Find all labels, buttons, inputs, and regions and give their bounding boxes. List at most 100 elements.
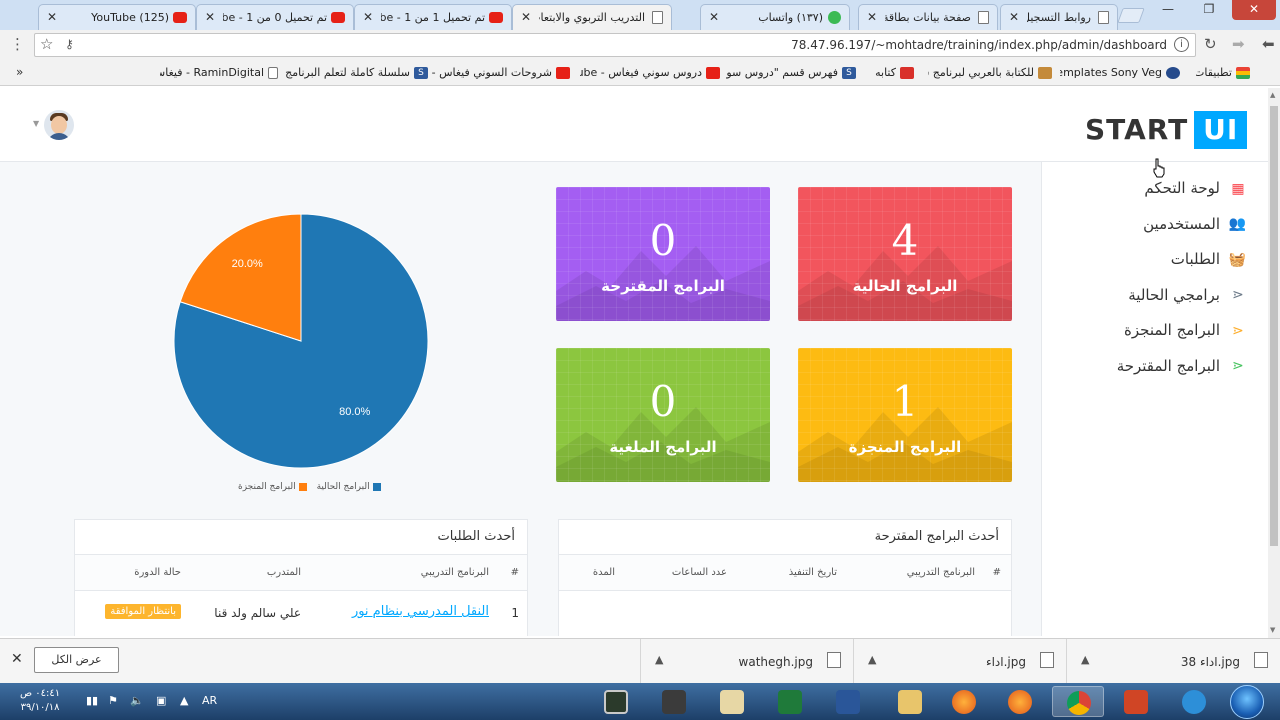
bookmark-item[interactable]: تطبيقات	[1196, 66, 1250, 79]
sidebar-item[interactable]: ⋖ برامجي الحالية	[1128, 286, 1246, 310]
bookmark-item[interactable]: للكتابة بالعربي لبرنامج سو	[928, 66, 1052, 79]
browser-tab[interactable]: ✕ (125) YouTube	[38, 4, 196, 30]
bookmark-item[interactable]: شروحات السوني فيغاس -	[420, 66, 570, 79]
taskbar-app-ie[interactable]	[1168, 686, 1220, 717]
close-tab-icon[interactable]: ✕	[709, 10, 719, 24]
bookmark-label: تطبيقات	[1196, 66, 1232, 79]
window-close-button[interactable]: ✕	[1232, 0, 1276, 20]
bookmark-item[interactable]: دروس سوني فيغاس - ube	[580, 66, 720, 79]
close-icon[interactable]: ✕	[11, 651, 23, 667]
taskbar-app-recorder[interactable]	[648, 686, 700, 717]
browser-tab[interactable]: ✕ روابط التسجيل والدخول	[1000, 4, 1118, 30]
taskbar-app-chrome[interactable]	[1052, 686, 1104, 717]
back-icon[interactable]: ⬅	[1262, 35, 1275, 53]
close-tab-icon[interactable]: ✕	[1009, 10, 1019, 24]
windows-taskbar: ٠٤:٤١ ص ٣٩/١٠/١٨ ▮▮ ⚑ 🔈 ▣ ▲ AR	[0, 683, 1280, 720]
bookmark-s-icon: S	[842, 67, 856, 79]
new-tab-button[interactable]	[1117, 8, 1145, 23]
network-icon[interactable]: ▮▮	[86, 694, 98, 707]
language-indicator[interactable]: AR	[202, 694, 217, 707]
tab-title: روابط التسجيل والدخول	[1027, 11, 1091, 24]
address-bar[interactable]: ☆ ⚷ 78.47.96.197/~mohtadre/training/inde…	[34, 33, 1196, 57]
volume-icon[interactable]: 🔈	[130, 694, 144, 707]
tile-count: 4	[891, 216, 919, 265]
close-tab-icon[interactable]: ✕	[205, 10, 215, 24]
device-icon[interactable]: ▣	[156, 694, 166, 707]
bookmark-item[interactable]: S فهرس قسم "دروس سوني	[726, 66, 856, 79]
reload-icon[interactable]: ↻	[1204, 35, 1217, 53]
restore-button[interactable]: ❐	[1190, 0, 1228, 20]
browser-toolbar: ⬅ ➡ ↻ ⋮ ☆ ⚷ 78.47.96.197/~mohtadre/train…	[0, 30, 1280, 60]
show-all-downloads-button[interactable]: عرض الكل	[34, 647, 119, 673]
tray-expand-icon[interactable]: ▲	[180, 694, 188, 707]
taskbar-app-paint[interactable]	[706, 686, 758, 717]
sidebar-item-label: المستخدمين	[1143, 214, 1220, 233]
close-tab-icon[interactable]: ✕	[867, 10, 877, 24]
browser-tab[interactable]: ✕ التدريب التربوي والابتعاث	[512, 4, 672, 30]
chevron-up-icon[interactable]: ▲	[655, 653, 663, 666]
legend-swatch	[298, 482, 307, 491]
url-text[interactable]: 78.47.96.197/~mohtadre/training/index.ph…	[791, 38, 1167, 52]
latest-suggested-panel: أحدث البرامج المقترحة # البرنامج التدريب…	[558, 519, 1012, 636]
bookmark-item[interactable]: Templates Sony Veg	[1060, 66, 1180, 79]
taskbar-app-media[interactable]	[590, 686, 642, 717]
scroll-down-icon[interactable]: ▼	[1270, 626, 1275, 634]
bookmark-star-icon[interactable]: ☆	[40, 35, 53, 53]
chevron-down-icon[interactable]: ▼	[33, 119, 39, 128]
page-scrollbar[interactable]: ▲ ▼	[1268, 88, 1280, 638]
system-clock[interactable]: ٠٤:٤١ ص ٣٩/١٠/١٨	[20, 687, 60, 715]
avatar[interactable]	[44, 110, 74, 140]
taskbar-app-excel[interactable]	[764, 686, 816, 717]
scroll-up-icon[interactable]: ▲	[1270, 91, 1275, 99]
taskbar-app-firefox-2[interactable]	[994, 686, 1046, 717]
dashboard-icon: ▦	[1231, 180, 1245, 197]
start-button[interactable]	[1230, 685, 1264, 719]
minimize-button[interactable]: —	[1150, 0, 1186, 20]
browser-tab[interactable]: ✕ صفحة بيانات بطاقة الترقية	[858, 4, 998, 30]
bookmarks-overflow-icon[interactable]: »	[16, 65, 23, 79]
sidebar-item[interactable]: ▦ لوحة التحكم	[1144, 179, 1246, 203]
key-icon[interactable]: ⚷	[65, 37, 74, 51]
browser-tab[interactable]: ✕ (١٣٧) واتساب	[700, 4, 850, 30]
table-header: # البرنامج التدريبي تاريخ التنفيذ عدد ال…	[559, 555, 1011, 591]
browser-tab[interactable]: ✕ تم تحميل 0 من 1 - Tube	[196, 4, 354, 30]
sidebar-item[interactable]: 🧺 الطلبات	[1171, 250, 1246, 274]
tile-cancelled-programs[interactable]: 0 البرامج الملغية	[556, 348, 770, 482]
pie-slice-label: 20.0%	[232, 258, 263, 270]
tile-suggested-programs[interactable]: 0 البرامج المقترحة	[556, 187, 770, 321]
chevron-up-icon[interactable]: ▲	[868, 653, 876, 666]
browser-tab[interactable]: ✕ تم تحميل 1 من 1 - Tube	[354, 4, 512, 30]
tile-label: البرامج المقترحة	[601, 277, 725, 295]
download-item[interactable]: ▲ 38 اداء.jpg	[1066, 639, 1280, 684]
close-tab-icon[interactable]: ✕	[363, 10, 373, 24]
site-info-icon[interactable]: i	[1174, 37, 1189, 52]
close-tab-icon[interactable]: ✕	[47, 10, 57, 24]
bookmark-label: سلسلة كاملة لتعلم البرنامج	[285, 66, 410, 79]
taskbar-app-powerpoint[interactable]	[1110, 686, 1162, 717]
taskbar-app-explorer[interactable]	[884, 686, 936, 717]
program-link[interactable]: النقل المدرسي بنظام نور	[352, 604, 489, 619]
close-tab-icon[interactable]: ✕	[521, 10, 531, 24]
chevron-up-icon[interactable]: ▲	[1081, 653, 1089, 666]
download-item[interactable]: ▲ اداء.jpg	[853, 639, 1066, 684]
tile-completed-programs[interactable]: 1 البرامج المنجزة	[798, 348, 1012, 482]
menu-icon[interactable]: ⋮	[10, 35, 25, 53]
tile-current-programs[interactable]: 4 البرامج الحالية	[798, 187, 1012, 321]
flag-icon[interactable]: ⚑	[108, 694, 118, 707]
taskbar-app-word[interactable]	[822, 686, 874, 717]
scrollbar-thumb[interactable]	[1270, 106, 1278, 546]
taskbar-app-firefox[interactable]	[938, 686, 990, 717]
sidebar-item[interactable]: ⋖ البرامج المنجزة	[1124, 321, 1246, 345]
download-item[interactable]: ▲ wathegh.jpg	[640, 639, 853, 684]
column-header: البرنامج التدريبي	[906, 567, 975, 578]
tab-title: صفحة بيانات بطاقة الترقية	[885, 11, 971, 24]
sidebar-item[interactable]: ⋖ البرامج المقترحة	[1117, 357, 1246, 381]
bookmark-item[interactable]: S سلسلة كاملة لتعلم البرنامج	[278, 66, 428, 79]
doc-favicon-icon	[978, 11, 989, 24]
bookmark-item[interactable]: كتابه	[866, 66, 914, 79]
sidebar-item[interactable]: 👥 المستخدمين	[1143, 215, 1246, 239]
site-logo[interactable]: START UI	[1085, 111, 1248, 149]
bookmark-item[interactable]: RaminDigital - فيغاس	[160, 66, 278, 79]
bookmark-label: فهرس قسم "دروس سوني	[726, 66, 838, 79]
forward-icon[interactable]: ➡	[1232, 35, 1245, 53]
